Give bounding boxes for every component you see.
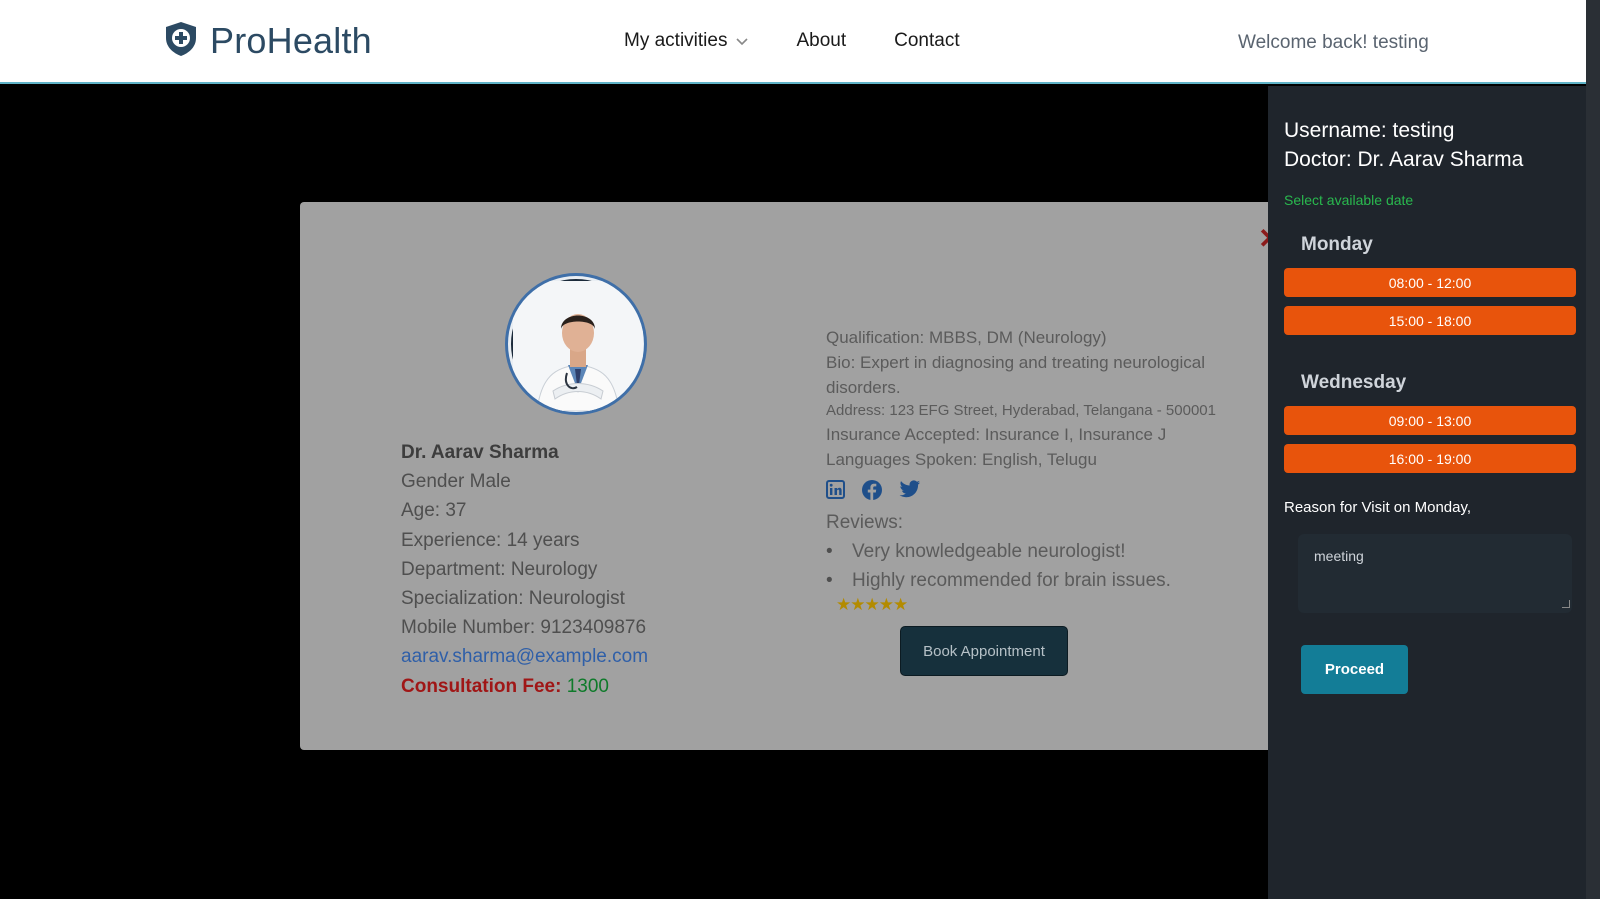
select-date-hint: Select available date [1284,192,1414,208]
doctor-languages: Languages Spoken: English, Telugu [826,450,1097,469]
consultation-fee: Consultation Fee: 1300 [401,672,648,701]
page-scrollbar[interactable] [1586,0,1600,899]
linkedin-icon[interactable] [826,480,845,506]
review-item: Highly recommended for brain issues. [826,566,1216,595]
slot-button[interactable]: 15:00 - 18:00 [1284,306,1576,335]
day-label-monday: Monday [1301,234,1373,255]
doctor-qualification: Qualification: MBBS, DM (Neurology) [826,328,1107,347]
doctor-department: Department: Neurology [401,558,598,580]
slot-button[interactable]: 16:00 - 19:00 [1284,444,1576,473]
doctor-info-right: Qualification: MBBS, DM (Neurology) Bio:… [826,325,1216,615]
twitter-icon[interactable] [899,480,921,506]
doctor-experience: Experience: 14 years [401,529,580,551]
doctor-gender: Gender Male [401,471,511,493]
chevron-down-icon [736,30,749,52]
fee-label: Consultation Fee: [401,675,562,697]
doctor-address: Address: 123 EFG Street, Hyderabad, Tela… [826,402,1216,419]
slot-button[interactable]: 08:00 - 12:00 [1284,268,1576,297]
nav-my-activities-label: My activities [624,30,728,51]
doctor-specialization: Specialization: Neurologist [401,588,625,610]
doctor-email-link[interactable]: aarav.sharma@example.com [401,642,648,671]
brand-name: ProHealth [210,20,372,61]
doctor-photo [511,279,643,412]
top-navbar: ProHealth My activities About Contact We… [0,0,1586,84]
doctor-age: Age: 37 [401,500,467,522]
day-label-wednesday: Wednesday [1301,372,1407,393]
doctor-bio: Bio: Expert in diagnosing and treating n… [826,353,1205,397]
proceed-button[interactable]: Proceed [1301,645,1408,694]
booking-sidebar: Username: testing Doctor: Dr. Aarav Shar… [1268,86,1600,899]
doctor-avatar [505,273,647,415]
fee-value: 1300 [566,675,610,697]
nav-about[interactable]: About [796,30,846,52]
doctor-name: Dr. Aarav Sharma [401,442,559,463]
doctor-insurance: Insurance Accepted: Insurance I, Insuran… [826,425,1167,444]
sidebar-doctor: Doctor: Dr. Aarav Sharma [1284,148,1524,171]
nav-contact[interactable]: Contact [894,30,959,52]
shield-plus-icon [164,21,198,62]
reason-textarea[interactable]: meeting [1298,534,1572,613]
textarea-resize-handle[interactable] [1562,600,1570,608]
facebook-icon[interactable] [861,479,883,508]
review-item: Very knowledgeable neurologist! [826,537,1216,566]
reviews-label: Reviews: [826,512,904,533]
book-appointment-button[interactable]: Book Appointment [900,626,1068,676]
nav-my-activities[interactable]: My activities [624,30,749,52]
reviews-list: Very knowledgeable neurologist! Highly r… [826,537,1216,595]
brand-logo[interactable]: ProHealth [164,20,372,62]
doctor-mobile: Mobile Number: 9123409876 [401,617,647,639]
reason-label: Reason for Visit on Monday, [1284,499,1472,516]
rating-stars: ★★★★★ [836,595,908,614]
slot-button[interactable]: 09:00 - 13:00 [1284,406,1576,435]
doctor-info-left: Dr. Aarav Sharma Gender Male Age: 37 Exp… [401,438,648,701]
sidebar-user-info: Username: testing Doctor: Dr. Aarav Shar… [1284,116,1523,174]
main-nav: My activities About Contact [624,30,960,52]
social-links [826,479,1216,506]
welcome-text: Welcome back! testing [1238,32,1429,53]
sidebar-username: Username: testing [1284,119,1455,142]
